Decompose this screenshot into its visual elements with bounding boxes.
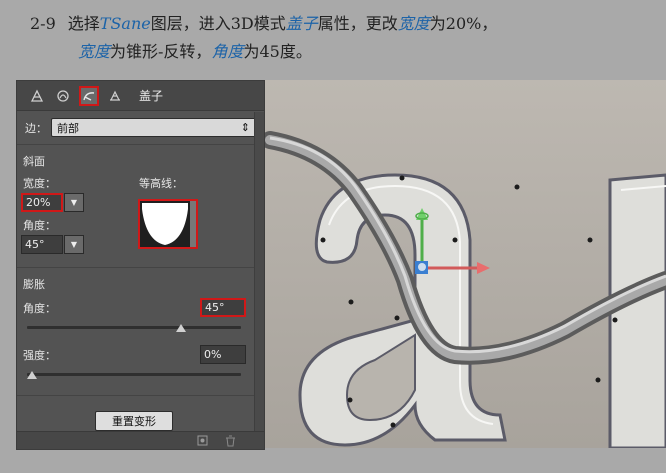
cap-icon[interactable] — [79, 85, 99, 106]
chevron-down-icon: ▼ — [70, 198, 78, 207]
caption-text: 属性，更改 — [317, 14, 398, 33]
select-arrows-icon: ⇕ — [240, 121, 250, 134]
deform-icon[interactable] — [53, 86, 73, 106]
panel-title: 盖子 — [139, 89, 164, 103]
bevel-angle-dropdown[interactable]: ▼ — [64, 235, 84, 254]
caption-keyword: 宽度 — [397, 14, 430, 33]
side-select[interactable]: 前部 ⇕ — [51, 118, 256, 137]
coordinates-icon[interactable] — [105, 86, 125, 106]
inflate-angle-slider-thumb[interactable] — [176, 324, 187, 332]
contour-graph — [140, 201, 190, 247]
chevron-down-icon: ▼ — [70, 240, 78, 249]
inflate-angle-label: 角度： — [23, 302, 56, 315]
caption-keyword: 角度 — [211, 42, 244, 61]
caption-text: 为45度。 — [243, 42, 312, 61]
caption-keyword: 盖子 — [285, 14, 318, 33]
panel-header: 盖子 — [17, 81, 264, 111]
contour-label: 等高线： — [139, 177, 183, 190]
caption-text: 选择 — [67, 14, 100, 33]
contour-picker[interactable] — [138, 199, 198, 249]
bevel-title: 斜面 — [23, 155, 45, 168]
mesh-icon[interactable] — [27, 86, 47, 106]
render-icon[interactable] — [195, 434, 209, 447]
caption-text: 图层，进入3D模式 — [150, 14, 286, 33]
inflate-title: 膨胀 — [23, 278, 45, 291]
instruction-caption: 2-9 选择TSane图层，进入3D模式盖子属性，更改宽度为20%， 宽度为锥形-… — [30, 10, 650, 66]
inflate-angle-input[interactable]: 45° — [200, 298, 246, 317]
inflate-angle-slider[interactable] — [27, 326, 241, 329]
caption-text: 为20%， — [429, 14, 498, 33]
bevel-angle-input[interactable]: 45° — [21, 235, 63, 254]
contour-dropdown[interactable] — [190, 201, 196, 247]
caption-keyword: 宽度 — [78, 42, 111, 61]
bevel-width-dropdown[interactable]: ▼ — [64, 193, 84, 212]
step-number: 2-9 — [30, 14, 56, 33]
caption-line-1: 2-9 选择TSane图层，进入3D模式盖子属性，更改宽度为20%， — [30, 10, 650, 38]
letter-n-shape — [608, 173, 666, 448]
caption-keyword: TSane — [99, 14, 151, 33]
panel-footer — [17, 431, 264, 449]
bevel-section: 斜面 宽度： 20% ▼ 角度： 45° ▼ 等高线： — [17, 145, 264, 268]
bevel-angle-label: 角度： — [23, 219, 56, 232]
caption-line-2: 宽度为锥形-反转，角度为45度。 — [30, 38, 650, 66]
panel-scrollbar[interactable] — [254, 112, 264, 432]
bevel-width-input[interactable]: 20% — [21, 193, 63, 212]
3d-viewport[interactable] — [265, 80, 666, 448]
side-row: 边： 前部 ⇕ — [17, 111, 264, 145]
strength-label: 强度： — [23, 349, 56, 362]
side-select-value: 前部 — [57, 121, 79, 135]
reset-deform-button[interactable]: 重置变形 — [95, 411, 173, 431]
trash-icon[interactable] — [223, 434, 237, 447]
strength-slider-thumb[interactable] — [27, 371, 37, 379]
inflate-section: 膨胀 角度： 45° 强度： 0% — [17, 268, 264, 396]
3d-scene — [265, 80, 666, 448]
bevel-width-label: 宽度： — [23, 177, 56, 190]
properties-panel: 盖子 边： 前部 ⇕ 斜面 宽度： 20% ▼ 角度： 45° ▼ 等高线： 膨… — [16, 80, 265, 450]
side-label: 边： — [25, 121, 47, 135]
caption-text: 为锥形-反转， — [110, 42, 212, 61]
strength-input[interactable]: 0% — [200, 345, 246, 364]
strength-slider[interactable] — [27, 373, 241, 376]
